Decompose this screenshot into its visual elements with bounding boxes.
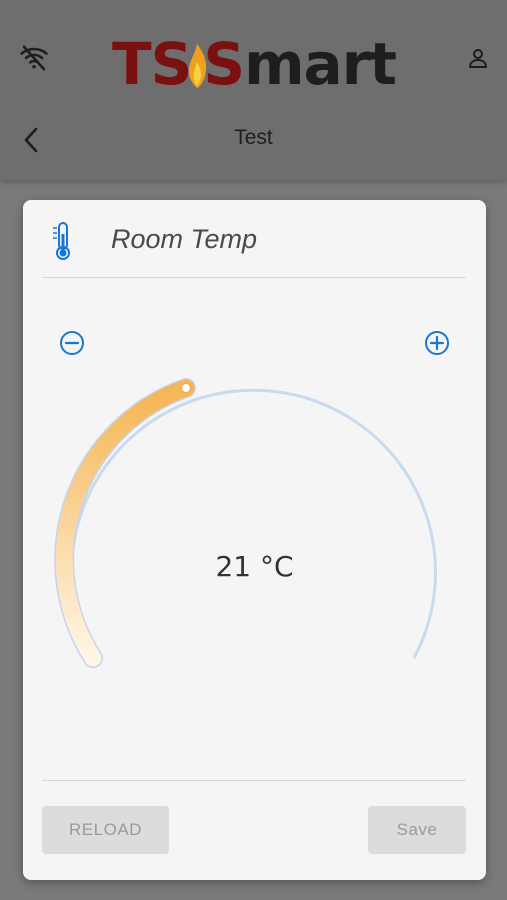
flame-icon <box>185 34 209 94</box>
temperature-value: 21 °C <box>215 550 294 583</box>
dial-fill <box>55 379 195 667</box>
temperature-dial[interactable] <box>23 350 486 730</box>
save-button[interactable]: Save <box>368 806 466 854</box>
app-header: TS S mart Test <box>0 0 507 180</box>
card-header: Room Temp <box>23 200 486 278</box>
thermometer-icon <box>51 220 75 262</box>
dial-knob[interactable] <box>181 383 191 393</box>
footer-divider <box>42 780 466 781</box>
wifi-off-icon[interactable] <box>16 40 52 76</box>
reload-button[interactable]: RELOAD <box>42 806 169 854</box>
card-title: Room Temp <box>111 224 258 254</box>
user-icon[interactable] <box>460 40 496 76</box>
header-divider <box>42 277 466 278</box>
page-title: Test <box>234 126 273 149</box>
app-logo: TS S mart <box>112 30 397 98</box>
thermostat-card: Room Temp 21 °C RELOAD Save <box>23 200 486 880</box>
